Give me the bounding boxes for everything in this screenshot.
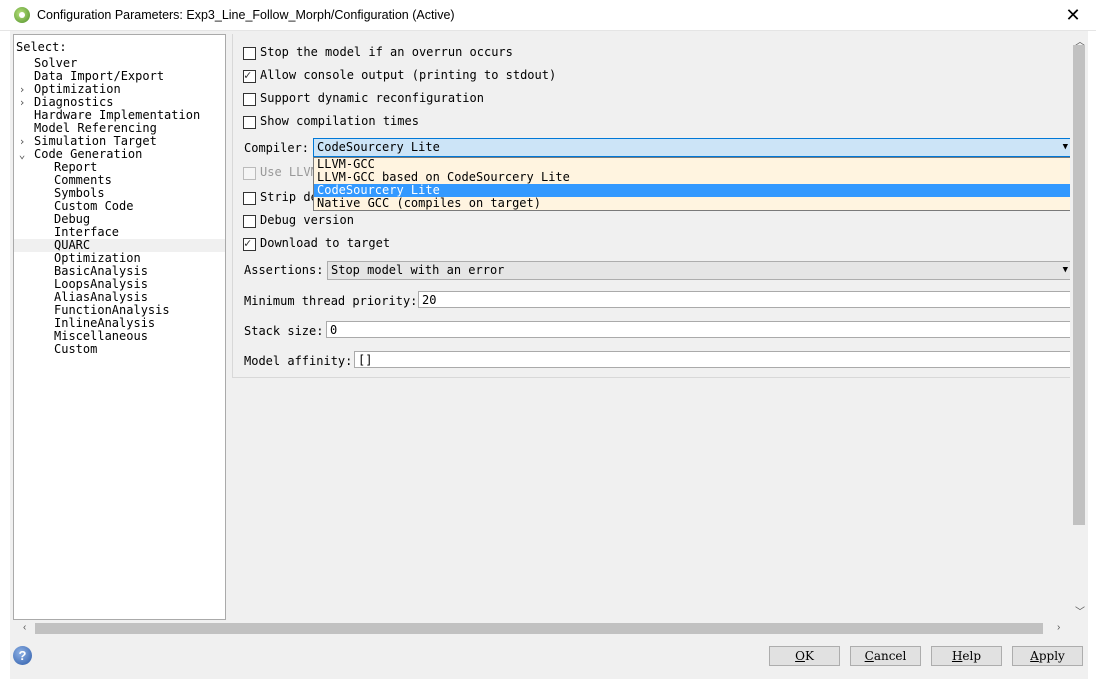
help-icon[interactable]: ? bbox=[13, 646, 32, 665]
tree-item-label: Custom bbox=[54, 342, 98, 356]
apply-rest: pply bbox=[1038, 649, 1065, 663]
strip-checkbox[interactable] bbox=[243, 192, 256, 205]
stop-overrun-label[interactable]: Stop the model if an overrun occurs bbox=[260, 45, 513, 59]
help-accel: H bbox=[951, 649, 963, 663]
cancel-button[interactable]: Cancel bbox=[850, 646, 921, 666]
assertions-value: Stop model with an error bbox=[331, 263, 505, 277]
apply-button[interactable]: Apply bbox=[1012, 646, 1083, 666]
download-target-label[interactable]: Download to target bbox=[260, 236, 390, 250]
close-button[interactable]: ✕ bbox=[1050, 0, 1096, 30]
use-llvm-label: Use LLVM bbox=[260, 165, 318, 179]
compiler-option[interactable]: Native GCC (compiles on target) bbox=[314, 197, 1077, 210]
simulink-icon bbox=[14, 7, 30, 23]
chevron-down-icon[interactable]: ⌄ bbox=[17, 148, 27, 161]
help-rest: elp bbox=[962, 649, 982, 663]
tree-item[interactable]: Miscellaneous bbox=[14, 330, 225, 343]
tree-item[interactable]: Custom Code bbox=[14, 200, 225, 213]
cancel-rest: ancel bbox=[873, 649, 907, 663]
ok-accel: O bbox=[795, 649, 805, 663]
debug-version-checkbox[interactable] bbox=[243, 215, 256, 228]
ok-button[interactable]: OK bbox=[769, 646, 840, 666]
apply-accel: A bbox=[1030, 649, 1039, 663]
compiler-select[interactable]: CodeSourcery Lite ▼ bbox=[313, 138, 1071, 157]
scroll-left-icon[interactable]: ‹ bbox=[23, 622, 26, 633]
horizontal-scroll-thumb[interactable] bbox=[35, 623, 1043, 634]
chevron-right-icon[interactable]: › bbox=[17, 83, 27, 96]
chevron-right-icon[interactable]: › bbox=[17, 135, 27, 148]
chevron-down-icon: ▼ bbox=[1062, 142, 1068, 152]
stack-size-field[interactable]: 0 bbox=[326, 321, 1071, 338]
min-thread-priority-label: Minimum thread priority: bbox=[244, 294, 418, 308]
scroll-down-icon[interactable]: ﹀ bbox=[1075, 603, 1085, 618]
use-llvm-checkbox bbox=[243, 167, 256, 180]
support-dynamic-label[interactable]: Support dynamic reconfiguration bbox=[260, 91, 484, 105]
compiler-label: Compiler: bbox=[244, 141, 310, 155]
dialog-client: Select: Solver Data Import/Export › Optimiz… bbox=[10, 31, 1088, 679]
tree-header: Select: bbox=[16, 40, 67, 54]
assertions-select[interactable]: Stop model with an error ▼ bbox=[327, 261, 1071, 280]
show-compilation-checkbox[interactable] bbox=[243, 116, 256, 129]
min-thread-priority-field[interactable]: 20 bbox=[418, 291, 1071, 308]
chevron-right-icon[interactable]: › bbox=[17, 96, 27, 109]
stop-overrun-checkbox[interactable] bbox=[243, 47, 256, 60]
settings-panel: Stop the model if an overrun occurs Allo… bbox=[232, 34, 1072, 618]
help-button[interactable]: Help bbox=[931, 646, 1002, 666]
strip-label[interactable]: Strip de bbox=[260, 190, 318, 204]
vertical-scroll-thumb[interactable] bbox=[1073, 45, 1085, 525]
download-target-checkbox[interactable] bbox=[243, 236, 256, 251]
chevron-down-icon: ▼ bbox=[1062, 265, 1068, 275]
allow-console-label[interactable]: Allow console output (printing to stdout… bbox=[260, 68, 556, 82]
title-bar: Configuration Parameters: Exp3_Line_Foll… bbox=[0, 0, 1096, 31]
model-affinity-field[interactable]: [] bbox=[354, 351, 1071, 368]
debug-version-label[interactable]: Debug version bbox=[260, 213, 354, 227]
assertions-label: Assertions: bbox=[244, 263, 324, 277]
compiler-dropdown-list[interactable]: LLVM-GCC LLVM-GCC based on CodeSourcery … bbox=[313, 157, 1078, 211]
vertical-scrollbar[interactable]: ︿ ﹀ bbox=[1070, 31, 1088, 619]
tree-item[interactable]: ⌄ Code Generation bbox=[14, 148, 225, 162]
show-compilation-label[interactable]: Show compilation times bbox=[260, 114, 419, 128]
horizontal-scrollbar[interactable]: ‹ › bbox=[20, 620, 1070, 637]
tree-item[interactable]: Interface bbox=[14, 226, 225, 239]
window-title: Configuration Parameters: Exp3_Line_Foll… bbox=[37, 8, 455, 22]
compiler-value: CodeSourcery Lite bbox=[317, 140, 440, 154]
ok-rest: K bbox=[804, 649, 814, 663]
model-affinity-label: Model affinity: bbox=[244, 354, 353, 368]
tree-item[interactable]: Report bbox=[14, 161, 225, 174]
allow-console-checkbox[interactable] bbox=[243, 68, 256, 83]
tree-item[interactable]: Custom bbox=[14, 343, 225, 356]
cancel-accel: C bbox=[864, 649, 874, 663]
stack-size-label: Stack size: bbox=[244, 324, 324, 338]
scroll-right-icon[interactable]: › bbox=[1057, 622, 1060, 633]
support-dynamic-checkbox[interactable] bbox=[243, 93, 256, 106]
tree-item[interactable]: Debug bbox=[14, 213, 225, 226]
category-tree[interactable]: Select: Solver Data Import/Export › Optimiz… bbox=[13, 34, 226, 620]
tree-item[interactable]: Comments bbox=[14, 174, 225, 187]
